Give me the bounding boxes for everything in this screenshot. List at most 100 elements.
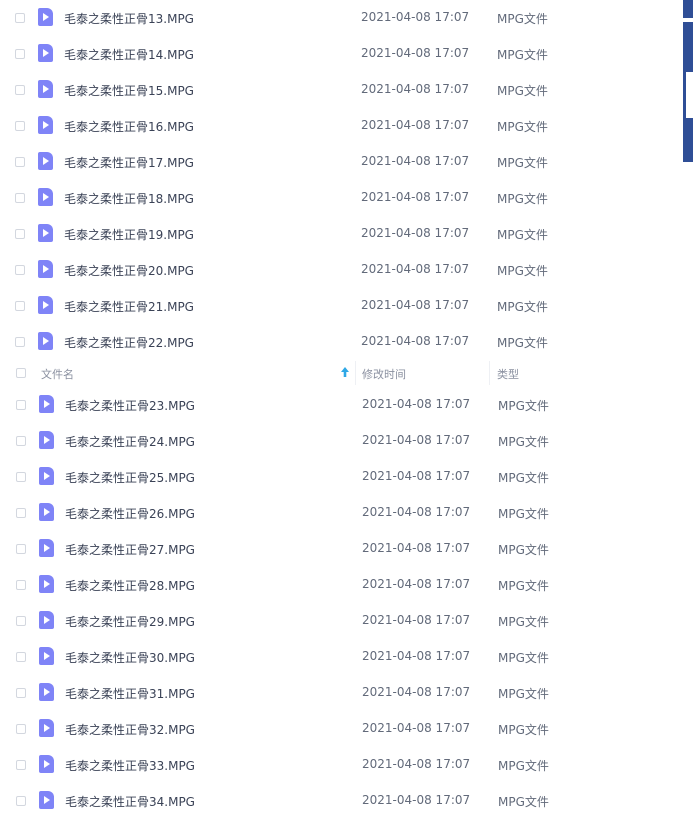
table-row[interactable]: 毛泰之柔性正骨30.MPG 2021-04-08 17:07 MPG文件 [0,639,560,675]
file-list-header: 文件名 修改时间 类型 [0,359,560,387]
table-row[interactable]: 毛泰之柔性正骨15.MPG 2021-04-08 17:07 MPG文件 [0,72,560,108]
column-header-date[interactable]: 修改时间 [362,366,406,382]
table-row[interactable]: 毛泰之柔性正骨26.MPG 2021-04-08 17:07 MPG文件 [0,495,560,531]
file-name[interactable]: 毛泰之柔性正骨31.MPG [65,685,195,702]
table-row[interactable]: 毛泰之柔性正骨34.MPG 2021-04-08 17:07 MPG文件 [0,783,560,819]
modified-time: 2021-04-08 17:07 [361,10,470,24]
table-row[interactable]: 毛泰之柔性正骨33.MPG 2021-04-08 17:07 MPG文件 [0,747,560,783]
video-file-icon [39,539,54,557]
table-row[interactable]: 毛泰之柔性正骨21.MPG 2021-04-08 17:07 MPG文件 [0,288,560,324]
row-checkbox[interactable] [16,508,26,518]
video-file-icon [39,719,54,737]
file-name[interactable]: 毛泰之柔性正骨33.MPG [65,757,195,774]
modified-time: 2021-04-08 17:07 [362,577,471,591]
file-name[interactable]: 毛泰之柔性正骨20.MPG [64,262,194,279]
arrow-up-icon[interactable] [340,366,350,378]
file-name[interactable]: 毛泰之柔性正骨30.MPG [65,649,195,666]
table-row[interactable]: 毛泰之柔性正骨27.MPG 2021-04-08 17:07 MPG文件 [0,531,560,567]
row-checkbox[interactable] [15,229,25,239]
video-file-icon [39,755,54,773]
file-name[interactable]: 毛泰之柔性正骨23.MPG [65,397,195,414]
modified-time: 2021-04-08 17:07 [361,154,470,168]
file-type: MPG文件 [498,579,549,593]
row-checkbox[interactable] [16,688,26,698]
table-row[interactable]: 毛泰之柔性正骨24.MPG 2021-04-08 17:07 MPG文件 [0,423,560,459]
table-row[interactable]: 毛泰之柔性正骨13.MPG 2021-04-08 17:07 MPG文件 [0,0,560,36]
row-checkbox[interactable] [16,760,26,770]
file-name[interactable]: 毛泰之柔性正骨15.MPG [64,82,194,99]
modified-time: 2021-04-08 17:07 [362,793,471,807]
row-checkbox[interactable] [15,265,25,275]
row-checkbox[interactable] [16,796,26,806]
row-checkbox[interactable] [15,193,25,203]
file-name[interactable]: 毛泰之柔性正骨26.MPG [65,505,195,522]
video-file-icon [38,152,53,170]
row-checkbox[interactable] [16,724,26,734]
row-checkbox[interactable] [16,580,26,590]
file-name[interactable]: 毛泰之柔性正骨32.MPG [65,721,195,738]
modified-time: 2021-04-08 17:07 [361,262,470,276]
file-type: MPG文件 [498,795,549,809]
row-checkbox[interactable] [16,652,26,662]
video-file-icon [38,188,53,206]
row-checkbox[interactable] [16,400,26,410]
modified-time: 2021-04-08 17:07 [362,649,471,663]
sidebar-strip-top [683,0,693,18]
file-type: MPG文件 [498,723,549,737]
file-name[interactable]: 毛泰之柔性正骨24.MPG [65,433,195,450]
row-checkbox[interactable] [15,157,25,167]
modified-time: 2021-04-08 17:07 [361,46,470,60]
table-row[interactable]: 毛泰之柔性正骨16.MPG 2021-04-08 17:07 MPG文件 [0,108,560,144]
video-file-icon [38,332,53,350]
video-file-icon [39,431,54,449]
file-name[interactable]: 毛泰之柔性正骨27.MPG [65,541,195,558]
file-name[interactable]: 毛泰之柔性正骨16.MPG [64,118,194,135]
video-file-icon [38,80,53,98]
table-row[interactable]: 毛泰之柔性正骨31.MPG 2021-04-08 17:07 MPG文件 [0,675,560,711]
file-name[interactable]: 毛泰之柔性正骨28.MPG [65,577,195,594]
table-row[interactable]: 毛泰之柔性正骨32.MPG 2021-04-08 17:07 MPG文件 [0,711,560,747]
row-checkbox[interactable] [16,616,26,626]
column-header-type[interactable]: 类型 [497,366,519,382]
file-name[interactable]: 毛泰之柔性正骨21.MPG [64,298,194,315]
row-checkbox[interactable] [16,472,26,482]
row-checkbox[interactable] [16,436,26,446]
file-name[interactable]: 毛泰之柔性正骨14.MPG [64,46,194,63]
row-checkbox[interactable] [15,49,25,59]
table-row[interactable]: 毛泰之柔性正骨18.MPG 2021-04-08 17:07 MPG文件 [0,180,560,216]
file-name[interactable]: 毛泰之柔性正骨18.MPG [64,190,194,207]
table-row[interactable]: 毛泰之柔性正骨19.MPG 2021-04-08 17:07 MPG文件 [0,216,560,252]
file-name[interactable]: 毛泰之柔性正骨22.MPG [64,334,194,351]
row-checkbox[interactable] [15,85,25,95]
file-name[interactable]: 毛泰之柔性正骨34.MPG [65,793,195,810]
file-name[interactable]: 毛泰之柔性正骨17.MPG [64,154,194,171]
column-divider[interactable] [489,361,490,385]
file-type: MPG文件 [498,687,549,701]
modified-time: 2021-04-08 17:07 [362,721,471,735]
row-checkbox[interactable] [15,301,25,311]
row-checkbox[interactable] [15,337,25,347]
file-name[interactable]: 毛泰之柔性正骨29.MPG [65,613,195,630]
modified-time: 2021-04-08 17:07 [362,469,471,483]
table-row[interactable]: 毛泰之柔性正骨20.MPG 2021-04-08 17:07 MPG文件 [0,252,560,288]
file-type: MPG文件 [498,471,549,485]
file-type: MPG文件 [497,300,548,314]
column-divider[interactable] [355,361,356,385]
video-file-icon [39,791,54,809]
file-name[interactable]: 毛泰之柔性正骨25.MPG [65,469,195,486]
table-row[interactable]: 毛泰之柔性正骨28.MPG 2021-04-08 17:07 MPG文件 [0,567,560,603]
table-row[interactable]: 毛泰之柔性正骨23.MPG 2021-04-08 17:07 MPG文件 [0,387,560,423]
select-all-checkbox[interactable] [16,368,26,378]
row-checkbox[interactable] [15,13,25,23]
column-header-name[interactable]: 文件名 [41,366,74,382]
table-row[interactable]: 毛泰之柔性正骨25.MPG 2021-04-08 17:07 MPG文件 [0,459,560,495]
table-row[interactable]: 毛泰之柔性正骨22.MPG 2021-04-08 17:07 MPG文件 [0,324,560,360]
row-checkbox[interactable] [16,544,26,554]
table-row[interactable]: 毛泰之柔性正骨29.MPG 2021-04-08 17:07 MPG文件 [0,603,560,639]
table-row[interactable]: 毛泰之柔性正骨17.MPG 2021-04-08 17:07 MPG文件 [0,144,560,180]
file-name[interactable]: 毛泰之柔性正骨13.MPG [64,10,194,27]
row-checkbox[interactable] [15,121,25,131]
file-name[interactable]: 毛泰之柔性正骨19.MPG [64,226,194,243]
table-row[interactable]: 毛泰之柔性正骨14.MPG 2021-04-08 17:07 MPG文件 [0,36,560,72]
file-type: MPG文件 [497,228,548,242]
